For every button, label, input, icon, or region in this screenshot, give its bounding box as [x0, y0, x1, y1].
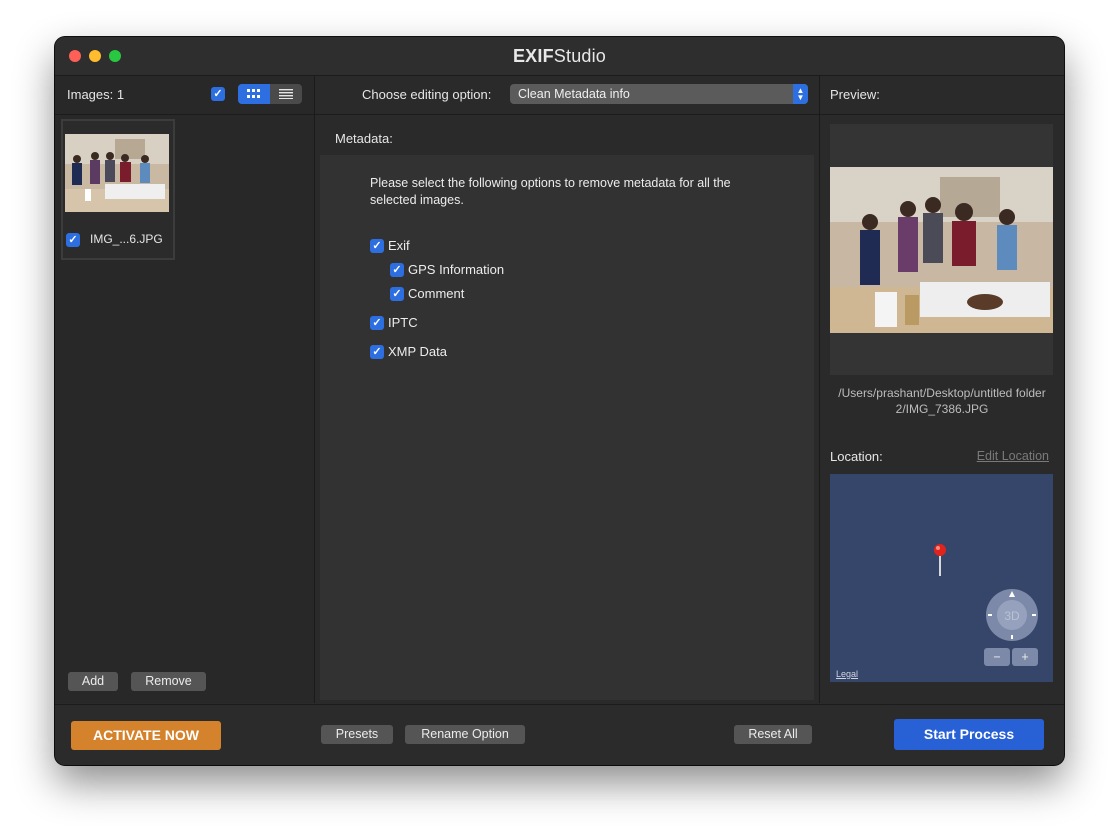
checkmark-icon: ✓ — [372, 240, 382, 252]
comment-checkbox[interactable]: ✓ — [390, 287, 404, 301]
checkmark-icon: ✓ — [372, 346, 382, 358]
thumbnail-filename: IMG_...6.JPG — [90, 232, 163, 246]
location-label: Location: — [830, 449, 883, 464]
exif-label: Exif — [388, 238, 410, 253]
title-bar: EXIFStudio — [55, 37, 1064, 76]
checkmark-icon: ✓ — [392, 288, 402, 300]
xmp-data-label: XMP Data — [388, 344, 448, 359]
map-legal-link[interactable]: Legal — [836, 669, 858, 679]
select-all-checkbox[interactable]: ✓ — [211, 87, 225, 101]
editing-pane: Choose editing option: Clean Metadata in… — [315, 76, 820, 703]
compass-icon[interactable]: 3D — [985, 588, 1039, 642]
zoom-in-button[interactable]: + — [1012, 648, 1038, 666]
compass-3d-label: 3D — [1004, 609, 1020, 623]
presets-button[interactable]: Presets — [321, 725, 393, 744]
rename-option-button[interactable]: Rename Option — [405, 725, 525, 744]
checkmark-icon: ✓ — [68, 234, 78, 246]
preview-frame — [830, 124, 1053, 375]
editing-option-select[interactable]: Clean Metadata info ▲ ▼ — [510, 84, 808, 104]
window-title: EXIFStudio — [512, 46, 607, 66]
zoom-out-button[interactable]: − — [984, 648, 1010, 666]
checkmark-icon: ✓ — [213, 88, 223, 100]
view-mode-toggle — [238, 84, 302, 104]
list-view-icon — [279, 89, 293, 99]
remove-button[interactable]: Remove — [131, 672, 206, 691]
metadata-label: Metadata: — [335, 131, 393, 146]
metadata-options-panel: Please select the following options to r… — [320, 155, 814, 700]
metadata-description: Please select the following options to r… — [370, 176, 731, 207]
start-process-button[interactable]: Start Process — [894, 719, 1044, 750]
bottom-toolbar: ACTIVATE NOW Presets Rename Option Reset… — [55, 704, 1064, 765]
choose-option-label: Choose editing option: — [362, 87, 492, 102]
grid-view-button[interactable] — [238, 84, 270, 104]
preview-label: Preview: — [830, 87, 880, 102]
thumbnail-image — [65, 134, 169, 212]
image-path: /Users/prashant/Desktop/untitled folder … — [838, 386, 1046, 416]
preview-image — [830, 167, 1053, 333]
checkmark-icon: ✓ — [392, 264, 402, 276]
app-window: EXIFStudio Images: 1 ✓ ✓ IMG_...6.JPG Ad… — [55, 37, 1064, 765]
iptc-checkbox[interactable]: ✓ — [370, 316, 384, 330]
comment-label: Comment — [408, 286, 465, 301]
thumbnail-checkbox[interactable]: ✓ — [66, 233, 80, 247]
xmp-data-checkbox[interactable]: ✓ — [370, 345, 384, 359]
reset-all-button[interactable]: Reset All — [734, 725, 812, 744]
images-label: Images: 1 — [67, 87, 125, 102]
add-button[interactable]: Add — [68, 672, 118, 691]
images-header: Images: 1 ✓ — [55, 76, 314, 115]
gps-information-checkbox[interactable]: ✓ — [390, 263, 404, 277]
preview-header: Preview: — [820, 76, 1064, 115]
edit-location-link[interactable]: Edit Location — [977, 449, 1049, 463]
grid-view-icon — [247, 89, 260, 98]
location-map[interactable]: 3D − + Legal — [830, 474, 1053, 682]
gps-information-label: GPS Information — [408, 262, 505, 277]
images-count: 1 — [116, 87, 125, 102]
select-arrows-icon: ▲ ▼ — [793, 84, 808, 104]
images-pane: Images: 1 ✓ ✓ IMG_...6.JPG Add Remove — [55, 76, 315, 703]
editing-header: Choose editing option: Clean Metadata in… — [315, 76, 819, 115]
exif-checkbox[interactable]: ✓ — [370, 239, 384, 253]
activate-now-button[interactable]: ACTIVATE NOW — [71, 721, 221, 750]
preview-pane: Preview: /Users/prashant/Desktop/untitle… — [820, 76, 1064, 703]
iptc-label: IPTC — [388, 315, 418, 330]
list-view-button[interactable] — [270, 84, 302, 104]
map-pin-icon — [934, 544, 946, 576]
checkmark-icon: ✓ — [372, 317, 382, 329]
image-thumbnail-card[interactable]: ✓ IMG_...6.JPG — [61, 119, 175, 260]
